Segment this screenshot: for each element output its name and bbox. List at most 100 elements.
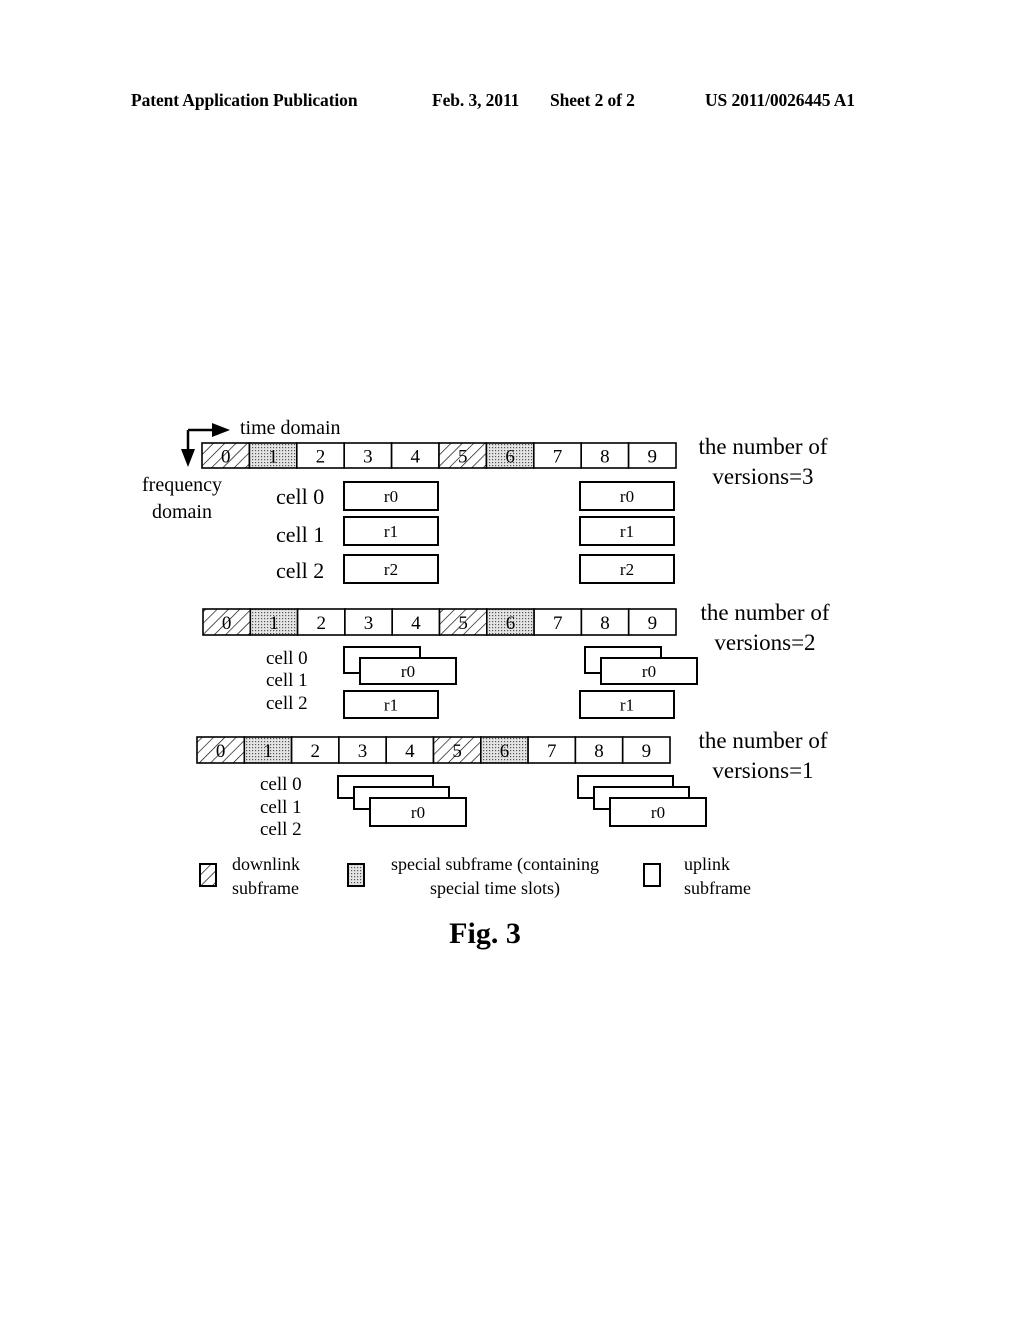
subframe-downlink: 0 xyxy=(196,736,246,764)
subframe-number: 1 xyxy=(263,741,273,762)
subframe-uplink: 4 xyxy=(385,736,435,764)
versions-label-line1: the number of xyxy=(698,728,827,753)
subframe-number: 8 xyxy=(600,613,610,634)
rv-stack-front-left: r0 xyxy=(369,797,467,827)
subframe-special: 6 xyxy=(485,442,535,469)
cell-label: cell 1 xyxy=(276,522,324,547)
subframe-number: 4 xyxy=(405,741,415,762)
subframe-number: 7 xyxy=(553,447,563,468)
rv-stack-front-left-label: r0 xyxy=(411,803,425,822)
subframe-special: 1 xyxy=(249,608,299,636)
subframe-number: 0 xyxy=(222,613,232,634)
versions-label-line1: the number of xyxy=(698,434,827,459)
subframe-number: 8 xyxy=(594,741,604,762)
subframe-uplink: 7 xyxy=(527,736,577,764)
subframe-number: 5 xyxy=(458,447,468,468)
subframe-uplink: 9 xyxy=(627,608,677,636)
legend-label-line2: subframe xyxy=(684,878,751,898)
subframe-number: 9 xyxy=(642,741,652,762)
rv-block-right-label: r0 xyxy=(620,487,634,506)
legend-label-line1: special subframe (containing xyxy=(391,854,599,875)
subframe-number: 6 xyxy=(506,613,516,634)
rv-block-left-label: r1 xyxy=(384,696,398,715)
subframe-number: 1 xyxy=(269,613,279,634)
subframe-number: 7 xyxy=(547,741,557,762)
frequency-domain-label-line2: domain xyxy=(152,501,212,523)
subframe-uplink: 2 xyxy=(290,736,340,764)
subframe-number: 8 xyxy=(600,447,610,468)
subframe-special: 6 xyxy=(479,736,529,764)
subframe-uplink: 9 xyxy=(621,736,671,764)
cell-label: cell 2 xyxy=(276,558,324,583)
subframe-uplink: 3 xyxy=(343,442,393,469)
frequency-domain-arrow-icon xyxy=(181,430,195,467)
subframe-special: 1 xyxy=(248,442,298,469)
subframe-bar-2: 0 1 2 3 4 5 6 7 8 9 xyxy=(196,736,671,764)
subframe-number: 5 xyxy=(458,613,468,634)
subframe-number: 1 xyxy=(268,447,278,468)
subframe-downlink: 5 xyxy=(438,442,488,469)
cell-label: cell 0 xyxy=(266,648,308,669)
legend-label-line1: downlink xyxy=(232,854,300,874)
legend-label-line1: uplink xyxy=(684,854,730,874)
cell-label: cell 1 xyxy=(266,670,308,691)
subframe-special: 1 xyxy=(243,736,293,764)
subframe-uplink: 8 xyxy=(574,736,624,764)
rv-block-left: r2 xyxy=(343,554,439,584)
subframe-number: 4 xyxy=(411,613,421,634)
frequency-domain-label-line1: frequency xyxy=(142,474,222,496)
subframe-uplink: 3 xyxy=(344,608,393,636)
rv-stack-front-right-label: r0 xyxy=(651,803,665,822)
subframe-number: 3 xyxy=(363,447,373,468)
subframe-bar-0: 0 1 2 3 4 5 6 7 8 9 xyxy=(201,442,677,469)
subframe-uplink: 7 xyxy=(532,442,582,469)
rv-block-left: r1 xyxy=(343,516,439,546)
rv-stack-front-right-label: r0 xyxy=(642,662,656,681)
subframe-number: 3 xyxy=(364,613,374,634)
versions-label-line2: versions=2 xyxy=(714,630,815,655)
rv-block-right: r0 xyxy=(579,481,675,511)
subframe-downlink: 0 xyxy=(202,608,252,636)
subframe-number: 2 xyxy=(311,741,321,762)
versions-label-line1: the number of xyxy=(700,600,829,625)
cell-label: cell 0 xyxy=(260,774,302,795)
subframe-special: 6 xyxy=(485,608,535,636)
rv-block-left-label: r0 xyxy=(384,487,398,506)
versions-label-line2: versions=1 xyxy=(712,758,813,783)
subframe-bar-1: 0 1 2 3 4 5 6 7 8 9 xyxy=(202,608,677,636)
cell-label: cell 2 xyxy=(266,693,308,714)
subframe-number: 9 xyxy=(648,613,658,634)
subframe-number: 0 xyxy=(221,447,231,468)
rv-stack-front-left-label: r0 xyxy=(401,662,415,681)
versions-label-line2: versions=3 xyxy=(712,464,813,489)
rv-block-left: r1 xyxy=(343,690,439,719)
subframe-number: 6 xyxy=(505,447,515,468)
rv-stack-front-right: r0 xyxy=(600,657,698,685)
legend-label-line2: subframe xyxy=(232,878,299,898)
rv-block-right: r2 xyxy=(579,554,675,584)
subframe-number: 2 xyxy=(317,613,327,634)
subframe-downlink: 0 xyxy=(201,442,251,469)
uplink-swatch-icon xyxy=(643,863,661,887)
downlink-swatch-icon xyxy=(199,863,217,887)
legend-item-downlink: downlink subframe xyxy=(199,854,300,898)
cell-label: cell 2 xyxy=(260,819,302,840)
subframe-uplink: 9 xyxy=(627,442,677,469)
figure-caption: Fig. 3 xyxy=(449,917,521,950)
subframe-uplink: 2 xyxy=(296,608,346,636)
subframe-downlink: 5 xyxy=(438,608,488,636)
rv-block-left-label: r2 xyxy=(384,560,398,579)
rv-block-left: r0 xyxy=(343,481,439,511)
special-swatch-icon xyxy=(347,863,365,887)
subframe-number: 5 xyxy=(452,741,462,762)
subframe-uplink: 2 xyxy=(295,442,345,469)
subframe-uplink: 4 xyxy=(390,442,440,469)
rv-block-right-label: r1 xyxy=(620,522,634,541)
rv-block-right-label: r2 xyxy=(620,560,634,579)
time-domain-label: time domain xyxy=(240,417,341,439)
rv-stack-front-left: r0 xyxy=(359,657,457,685)
legend-item-special: special subframe (containing special time… xyxy=(347,854,599,899)
time-domain-arrow-icon xyxy=(188,423,230,437)
rv-block-right-label: r1 xyxy=(620,696,634,715)
rv-block-right: r1 xyxy=(579,516,675,546)
